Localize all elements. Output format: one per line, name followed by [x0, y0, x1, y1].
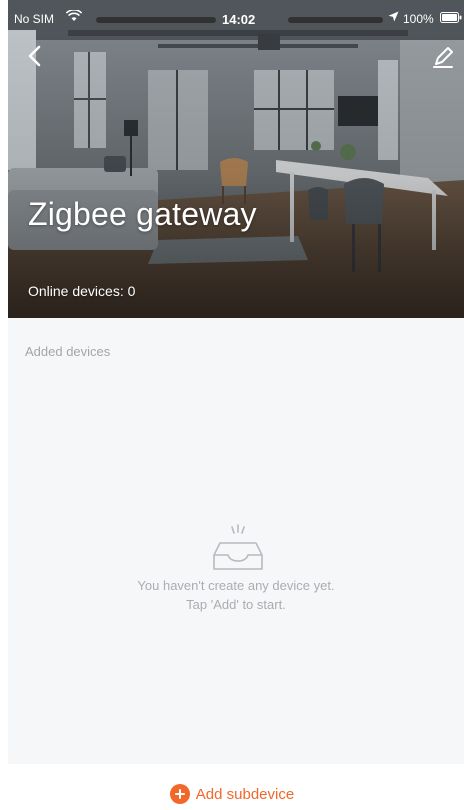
add-subdevice-label: Add subdevice — [195, 785, 295, 803]
empty-state-message: You haven't create any device yet. Tap '… — [8, 576, 464, 614]
empty-state-line-1: You haven't create any device yet. — [137, 578, 335, 593]
app-screen: No SIM 14:02 100% Zigbee gateway Online … — [0, 0, 464, 810]
pencil-icon — [433, 47, 453, 68]
room-photo — [8, 0, 464, 318]
redaction-bar — [288, 17, 383, 23]
section-label: Added devices — [25, 344, 111, 359]
carrier-label: No SIM — [14, 12, 55, 26]
chevron-left-icon — [28, 45, 41, 67]
redaction-bar — [96, 17, 216, 23]
empty-inbox-icon — [213, 524, 263, 570]
edit-button[interactable] — [430, 44, 456, 70]
clock: 14:02 — [222, 12, 256, 27]
battery-percentage: 100% — [403, 12, 434, 26]
battery-icon — [440, 12, 462, 26]
device-title: Zigbee gateway — [28, 196, 257, 232]
back-button[interactable] — [22, 42, 48, 70]
empty-state-line-2: Tap 'Add' to start. — [186, 597, 286, 612]
online-devices-count: Online devices: 0 — [28, 283, 136, 299]
wifi-icon — [65, 9, 83, 25]
plus-circle-icon — [169, 784, 190, 804]
header-hero: No SIM 14:02 100% Zigbee gateway Online … — [8, 0, 464, 318]
device-list-area: Added devices You haven't create any dev… — [8, 318, 464, 764]
status-bar: No SIM 14:02 100% — [8, 0, 464, 38]
location-arrow-icon — [388, 11, 399, 25]
add-subdevice-button[interactable]: Add subdevice — [0, 778, 464, 810]
